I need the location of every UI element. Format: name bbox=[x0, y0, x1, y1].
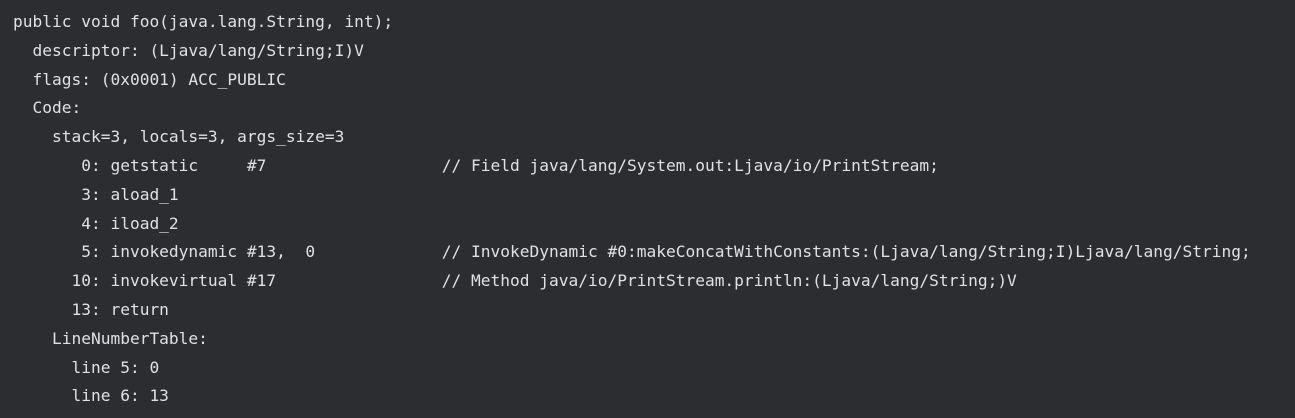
code-line: descriptor: (Ljava/lang/String;I)V bbox=[13, 40, 364, 60]
code-line: line 5: 0 bbox=[13, 357, 160, 377]
code-line: line 6: 13 bbox=[13, 386, 169, 406]
code-line: 5: invokedynamic #13, 0 // InvokeDynamic… bbox=[13, 242, 1251, 262]
code-line: 10: invokevirtual #17 // Method java/io/… bbox=[13, 271, 1017, 291]
code-line: 0: getstatic #7 // Field java/lang/Syste… bbox=[13, 155, 939, 175]
code-line: 13: return bbox=[13, 299, 169, 319]
code-line: stack=3, locals=3, args_size=3 bbox=[13, 127, 345, 147]
code-block: public void foo(java.lang.String, int); … bbox=[0, 0, 1295, 418]
code-line: flags: (0x0001) ACC_PUBLIC bbox=[13, 69, 286, 89]
code-line: LineNumberTable: bbox=[13, 328, 208, 348]
code-line: 4: iload_2 bbox=[13, 213, 179, 233]
code-line: public void foo(java.lang.String, int); bbox=[13, 12, 394, 31]
code-line: Code: bbox=[13, 98, 82, 118]
code-line: 3: aload_1 bbox=[13, 184, 179, 204]
